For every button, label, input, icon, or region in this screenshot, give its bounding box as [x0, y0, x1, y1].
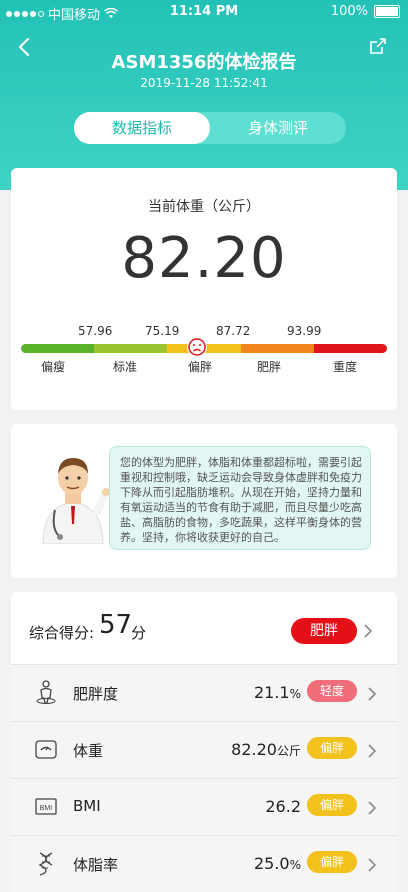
- page-title: ASM1356的体检报告: [111, 52, 297, 73]
- threshold-1: 57.96: [78, 324, 113, 338]
- chevron-right-icon: [368, 801, 377, 815]
- metric-value: 25.0%: [253, 854, 301, 873]
- metric-value: 21.1%: [253, 683, 301, 702]
- scale-segment-obese: [240, 344, 314, 353]
- header-background: [0, 0, 408, 190]
- segmented-tabs: 数据指标 身体测评: [74, 112, 346, 144]
- bmi-icon: BMI: [35, 798, 57, 815]
- category-standard: 标准: [113, 360, 138, 374]
- metric-row-body-fat[interactable]: 体脂率 25.0% 偏胖: [11, 835, 397, 892]
- metric-name: 肥胖度: [73, 685, 119, 703]
- chevron-right-icon: [368, 744, 377, 758]
- battery-icon: [374, 5, 400, 18]
- weight-value: 82.20: [121, 226, 287, 291]
- score-value: 57: [99, 610, 133, 640]
- status-right: 100%: [331, 4, 400, 19]
- metric-row-weight[interactable]: 体重 82.20公斤 偏胖: [11, 721, 397, 778]
- weight-card: 当前体重（公斤） 82.20 57.96 75.19 87.72 93.99 偏…: [11, 168, 397, 410]
- metric-row-obesity[interactable]: 肥胖度 21.1% 轻度: [11, 664, 397, 721]
- metric-row-bmi[interactable]: BMI BMI 26.2 偏胖: [11, 778, 397, 835]
- chevron-right-icon: [368, 687, 377, 701]
- tab-data-indicators[interactable]: 数据指标: [74, 112, 210, 144]
- advice-bubble: 您的体型为肥胖，体脂和体重都超标啦，需要引起重视和控制哦，缺乏运动会导致身体虚胖…: [109, 446, 371, 550]
- body-icon: [36, 680, 56, 704]
- report-datetime: 2019-11-28 11:52:41: [140, 76, 268, 90]
- scale-icon: [35, 740, 57, 759]
- score-status-badge: 肥胖: [291, 618, 357, 644]
- chevron-right-icon: [364, 624, 373, 638]
- metric-name: BMI: [73, 797, 101, 815]
- threshold-3: 87.72: [216, 324, 251, 338]
- category-obese: 肥胖: [257, 360, 282, 374]
- category-underweight: 偏瘦: [41, 360, 66, 374]
- metric-status-badge: 偏胖: [307, 737, 357, 759]
- score-label: 综合得分:: [29, 624, 95, 642]
- scale-segment-underweight: [21, 344, 95, 353]
- metric-status-badge: 偏胖: [307, 851, 357, 873]
- status-bar: 中国移动 11:14 PM 100%: [0, 0, 408, 24]
- metric-status-badge: 偏胖: [307, 794, 357, 816]
- score-unit: 分: [131, 624, 147, 642]
- metric-name: 体重: [73, 742, 104, 760]
- category-severe: 重度: [333, 360, 358, 374]
- threshold-4: 93.99: [287, 324, 322, 338]
- dna-icon: [38, 852, 53, 876]
- sad-face-marker-icon: [187, 337, 207, 357]
- scale-segment-standard: [94, 344, 168, 353]
- category-overweight: 偏胖: [188, 360, 213, 374]
- metric-status-badge: 轻度: [307, 680, 357, 702]
- advice-card: 您的体型为肥胖，体脂和体重都超标啦，需要引起重视和控制哦，缺乏运动会导致身体虚胖…: [11, 424, 397, 578]
- threshold-2: 75.19: [145, 324, 180, 338]
- svg-text:BMI: BMI: [40, 805, 53, 812]
- metric-name: 体脂率: [73, 856, 119, 874]
- scale-segment-severe: [313, 344, 388, 353]
- metric-value: 82.20公斤: [231, 740, 301, 759]
- battery-percent: 100%: [330, 4, 368, 19]
- doctor-avatar-icon: [42, 458, 110, 544]
- overall-score-row[interactable]: 综合得分: 57 分 肥胖: [11, 592, 397, 664]
- metric-value: 26.2: [265, 797, 301, 816]
- tab-body-assessment[interactable]: 身体测评: [210, 112, 346, 144]
- score-card: 综合得分: 57 分 肥胖 肥胖度 21.1% 轻度 体重 82.20公斤 偏胖: [11, 592, 397, 892]
- chevron-right-icon: [368, 858, 377, 872]
- weight-label: 当前体重（公斤）: [148, 199, 260, 215]
